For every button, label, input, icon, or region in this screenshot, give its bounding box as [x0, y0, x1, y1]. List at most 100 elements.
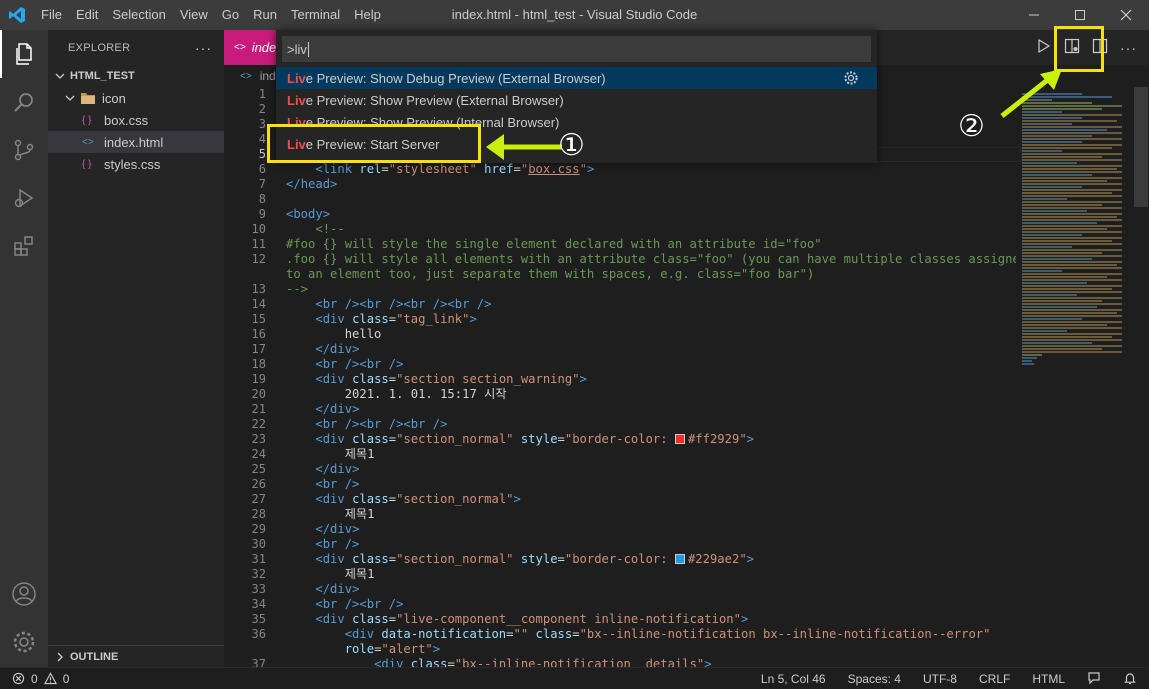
css-file-icon: { }: [82, 158, 92, 170]
color-swatch[interactable]: [674, 434, 685, 444]
color-swatch[interactable]: [674, 554, 685, 564]
code-line: <br /><br />: [315, 357, 404, 371]
html-file-icon: <>: [240, 70, 252, 82]
command-item-debug-preview[interactable]: Liv e Preview: Show Debug Preview (Extern…: [276, 67, 877, 89]
line-number: 34: [251, 597, 266, 611]
code-line: 제목1: [344, 447, 375, 461]
minimap[interactable]: [1022, 87, 1134, 667]
status-bar: 0 0 Ln 5, Col 46 Spaces: 4 UTF-8 CRLF HT…: [0, 667, 1149, 689]
chevron-down-icon: [65, 95, 75, 101]
status-right: Ln 5, Col 46 Spaces: 4 UTF-8 CRLF HTML: [761, 668, 1137, 689]
gear-icon[interactable]: [0, 618, 48, 666]
code-line: <link rel="stylesheet" href="box.css">: [315, 162, 595, 176]
line-number: 26: [251, 477, 266, 491]
tree-item-label: icon: [102, 90, 126, 106]
line-number: 35: [251, 612, 266, 626]
feedback-icon[interactable]: [1087, 671, 1101, 688]
line-number: [224, 267, 266, 282]
menu-edit[interactable]: Edit: [69, 0, 105, 30]
match-highlight: Liv: [287, 70, 306, 86]
explorer-icon[interactable]: [0, 30, 48, 78]
menu-view[interactable]: View: [173, 0, 215, 30]
line-number: 18: [251, 357, 266, 371]
code-line: to an element too, just separate them wi…: [286, 267, 815, 281]
search-icon[interactable]: [0, 78, 48, 126]
line-number: 24: [251, 447, 266, 461]
command-label: e Preview: Show Preview (External Browse…: [305, 92, 564, 108]
line-number: 11: [251, 237, 266, 251]
tree-item-icon-folder[interactable]: icon: [48, 87, 224, 109]
annotation-arrow-diagonal: [1000, 69, 1062, 118]
menu-terminal[interactable]: Terminal: [284, 0, 347, 30]
explorer-header: EXPLORER ···: [48, 30, 224, 65]
code-line: <br /><br />: [315, 597, 404, 611]
line-number: 30: [251, 537, 266, 551]
line-number: 36: [251, 627, 266, 641]
line-number: 21: [251, 402, 266, 416]
match-highlight: Liv: [287, 92, 306, 108]
chevron-down-icon: [55, 73, 65, 79]
minimize-icon[interactable]: [1011, 0, 1057, 30]
code-line: </div>: [315, 462, 360, 476]
code-line: </div>: [315, 522, 360, 536]
indentation[interactable]: Spaces: 4: [848, 672, 901, 686]
line-number: 2: [258, 102, 266, 116]
gear-icon[interactable]: [843, 70, 859, 89]
tree-item-index-html[interactable]: <> index.html: [48, 131, 224, 153]
source-control-icon[interactable]: [0, 126, 48, 174]
line-ending[interactable]: CRLF: [979, 672, 1010, 686]
annotation-arrow-left: [486, 134, 562, 160]
command-item-external-preview[interactable]: Liv e Preview: Show Preview (External Bro…: [276, 89, 877, 111]
problems-indicator[interactable]: 0 0: [0, 672, 69, 686]
line-number: 14: [251, 297, 266, 311]
command-input[interactable]: >liv: [282, 36, 871, 62]
encoding[interactable]: UTF-8: [923, 672, 957, 686]
line-number: 17: [251, 342, 266, 356]
outline-section[interactable]: OUTLINE: [48, 645, 224, 667]
code-line: </div>: [315, 342, 360, 356]
line-number: 1: [258, 87, 266, 101]
bell-icon[interactable]: [1123, 671, 1137, 688]
code-line: 제목1: [344, 567, 375, 581]
more-actions-icon[interactable]: ···: [195, 40, 212, 56]
explorer-panel: EXPLORER ··· HTML_TEST icon { } box.css …: [48, 30, 224, 667]
line-number-gutter: 1 2 3 4 5 6 7 8 9 10 11 12 13 14 15 16 1…: [224, 87, 266, 671]
menu-file[interactable]: File: [34, 0, 69, 30]
tab-index-html[interactable]: <> inde: [224, 30, 284, 65]
line-number: 22: [251, 417, 266, 431]
annotation-box-start-server: [267, 124, 481, 163]
code-line: <div class="section_normal">: [315, 492, 521, 506]
vscode-logo-icon: [0, 0, 34, 30]
code-line: 제목1: [344, 507, 375, 521]
text-cursor: [307, 41, 309, 57]
account-icon[interactable]: [0, 570, 48, 618]
language-mode[interactable]: HTML: [1032, 672, 1065, 686]
menu-selection[interactable]: Selection: [105, 0, 172, 30]
code-line: </div>: [315, 402, 360, 416]
menu-run[interactable]: Run: [246, 0, 284, 30]
extensions-icon[interactable]: [0, 222, 48, 270]
code-editor[interactable]: <link rel="stylesheet" href="box.css"> <…: [286, 87, 1016, 667]
activity-bar: [0, 30, 48, 667]
tree-item-box-css[interactable]: { } box.css: [48, 109, 224, 131]
more-actions-icon[interactable]: ···: [1120, 40, 1137, 56]
line-number: 20: [251, 387, 266, 401]
line-number: 16: [251, 327, 266, 341]
project-section[interactable]: HTML_TEST: [48, 65, 224, 87]
line-number: 5: [258, 147, 266, 161]
cursor-position[interactable]: Ln 5, Col 46: [761, 672, 826, 686]
tree-item-styles-css[interactable]: { } styles.css: [48, 153, 224, 175]
vertical-scrollbar[interactable]: [1134, 87, 1148, 207]
close-icon[interactable]: [1103, 0, 1149, 30]
run-debug-icon[interactable]: [0, 174, 48, 222]
tree-item-label: box.css: [104, 112, 149, 128]
run-icon[interactable]: [1036, 38, 1052, 57]
menu-help[interactable]: Help: [347, 0, 388, 30]
error-icon: [12, 672, 25, 685]
line-number: 29: [251, 522, 266, 536]
code-line: <br />: [315, 537, 360, 551]
menu-go[interactable]: Go: [215, 0, 246, 30]
html-file-icon: <>: [82, 136, 94, 148]
line-number: 12: [251, 252, 266, 266]
